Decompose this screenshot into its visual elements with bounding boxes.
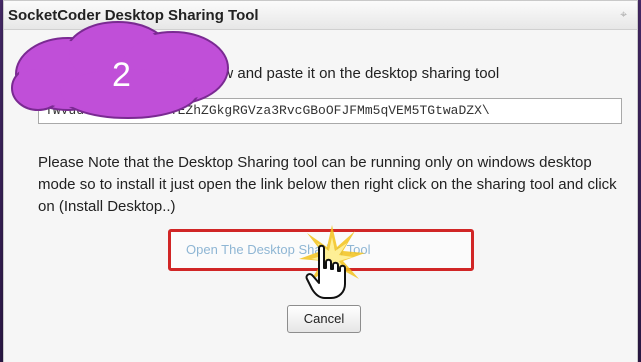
hand-cursor-icon — [305, 244, 346, 299]
copy-instruction-text: below and paste it on the desktop sharin… — [194, 65, 500, 82]
close-icon[interactable]: ⌖ — [620, 7, 627, 22]
install-note-text: Please Note that the Desktop Sharing too… — [38, 154, 617, 215]
cancel-button[interactable]: Cancel — [287, 305, 361, 333]
step-number: 2 — [112, 56, 131, 94]
step-cloud-annotation: 2 — [8, 18, 238, 122]
screen: SocketCoder Desktop Sharing Tool ⌖ below… — [0, 0, 641, 362]
